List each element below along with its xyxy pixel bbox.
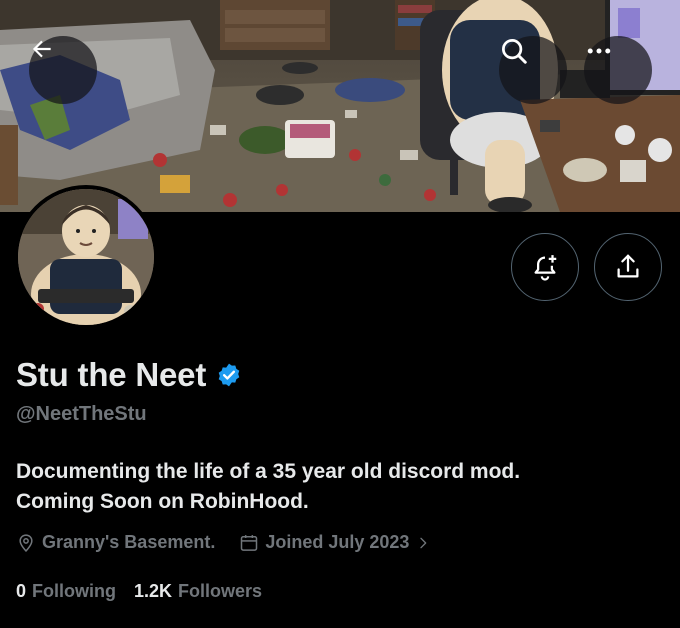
bio-line: Documenting the life of a 35 year old di…	[16, 460, 521, 483]
following-link[interactable]: 0 Following	[16, 581, 116, 602]
banner-illustration	[0, 0, 680, 212]
location-text: Granny's Basement.	[42, 532, 216, 552]
followers-label: Followers	[178, 581, 263, 601]
notify-button[interactable]	[511, 233, 579, 301]
search-icon	[502, 39, 527, 64]
back-button[interactable]	[29, 36, 97, 104]
following-label: Following	[32, 581, 116, 601]
search-button[interactable]	[499, 36, 567, 104]
avatar-illustration	[18, 189, 154, 325]
profile-name-row: Stu the Neet	[16, 356, 242, 394]
profile-bio: Documenting the life of a 35 year old di…	[16, 457, 656, 517]
share-button[interactable]	[594, 233, 662, 301]
chevron-right-icon	[420, 537, 427, 548]
share-icon	[617, 254, 639, 278]
profile-banner-image[interactable]	[0, 0, 680, 212]
bio-line: Coming Soon on RobinHood.	[16, 490, 309, 513]
display-name: Stu the Neet	[16, 356, 207, 393]
following-count: 0	[16, 581, 27, 601]
profile-meta: Granny's Basement. Joined July 2023	[16, 532, 431, 553]
calendar-icon	[241, 534, 258, 551]
profile-page: Stu the Neet @NeetTheStu Documenting the…	[0, 0, 680, 628]
follow-stats: 0 Following 1.2K Followers	[16, 581, 262, 602]
more-options-button[interactable]	[584, 36, 652, 104]
more-horizontal-icon	[587, 48, 611, 54]
location-item: Granny's Basement.	[16, 532, 215, 553]
location-pin-icon	[19, 533, 33, 552]
arrow-left-icon	[32, 40, 51, 58]
followers-count: 1.2K	[134, 581, 173, 601]
profile-avatar[interactable]	[14, 185, 158, 329]
avatar-image	[18, 189, 154, 325]
followers-link[interactable]: 1.2K Followers	[134, 581, 262, 602]
profile-handle: @NeetTheStu	[16, 403, 147, 425]
verified-badge-icon[interactable]	[216, 362, 242, 388]
bell-plus-icon	[534, 255, 557, 281]
joined-text: Joined July 2023	[265, 532, 410, 552]
joined-item[interactable]: Joined July 2023	[239, 532, 431, 553]
